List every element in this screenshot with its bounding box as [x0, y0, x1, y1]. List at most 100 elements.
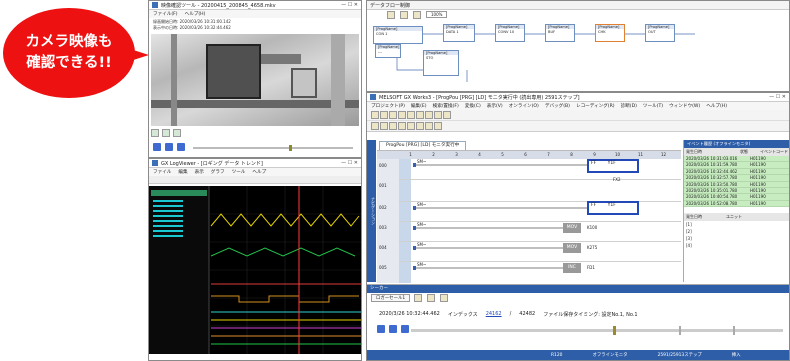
- menu-item[interactable]: オンライン(O): [509, 103, 539, 109]
- menu-item[interactable]: デバッグ(B): [545, 103, 570, 109]
- copy-icon[interactable]: [407, 111, 415, 119]
- app-icon: [152, 2, 158, 8]
- menu-item[interactable]: 編集(E): [411, 103, 427, 109]
- menu-item[interactable]: 表示: [195, 169, 204, 175]
- ladder-icon[interactable]: [371, 122, 379, 130]
- flow-block[interactable]: [ProgName] ---: [375, 44, 401, 58]
- detail-row[interactable]: [2]: [686, 228, 789, 235]
- coil-label: FF: [591, 161, 597, 166]
- menu-help[interactable]: ヘルプ(H): [185, 11, 206, 17]
- seeker-mark: [679, 326, 681, 335]
- redo-icon[interactable]: [434, 111, 442, 119]
- seeker-track[interactable]: [411, 326, 783, 335]
- contact-label: SM~: [417, 222, 427, 227]
- nav-sidebar[interactable]: ナビゲーション: [367, 140, 376, 282]
- event-row[interactable]: 2020/03/26 10:52:08.780 H01190: [684, 200, 789, 208]
- logger-toolbar: [149, 176, 361, 184]
- menu-item[interactable]: 編集: [178, 169, 187, 175]
- machine-part: [291, 68, 317, 98]
- flow-block[interactable]: [ProgName] BUF: [545, 24, 575, 42]
- menu-item[interactable]: レコーディング(R): [576, 103, 615, 109]
- menu-file[interactable]: ファイル(F): [153, 11, 178, 17]
- block-body: BUF: [548, 30, 556, 34]
- window-controls[interactable]: — ☐ ✕: [769, 94, 786, 100]
- menu-item[interactable]: ツール(T): [643, 103, 663, 109]
- seek-marker: [289, 145, 292, 151]
- cut-icon[interactable]: [398, 111, 406, 119]
- instruction[interactable]: MOV: [563, 223, 581, 233]
- flow-block[interactable]: [ProgName] CONV 10: [495, 24, 525, 42]
- trend-chart: [149, 186, 361, 354]
- flow-block[interactable]: [ProgName] STO: [423, 50, 459, 76]
- coil-selected[interactable]: FF Y1F: [587, 201, 639, 215]
- flow-block[interactable]: [ProgName] CON 1: [373, 26, 423, 44]
- status-mode: オフラインモニタ: [592, 353, 628, 358]
- tool-icon[interactable]: [387, 10, 395, 19]
- status-step: R120: [551, 352, 563, 358]
- camera-seekbar[interactable]: [193, 145, 353, 151]
- next-icon[interactable]: [177, 143, 185, 151]
- undo-icon[interactable]: [425, 111, 433, 119]
- save-icon[interactable]: [389, 111, 397, 119]
- flow-block[interactable]: [ProgName] CHK: [595, 24, 625, 42]
- program-tab[interactable]: ProgPou [PRG] [LD] モニタ実行中: [379, 141, 467, 150]
- logger-select[interactable]: ロガーセール1: [371, 294, 411, 302]
- tool-icon[interactable]: [413, 10, 421, 19]
- forward-icon[interactable]: [401, 325, 409, 333]
- detail-row[interactable]: [1]: [686, 221, 789, 228]
- tool-icon[interactable]: [414, 294, 423, 302]
- snapshot-icon[interactable]: [151, 129, 159, 137]
- event-header: 発生日時 状態 イベントコード: [684, 148, 789, 156]
- menu-item[interactable]: ウィンドウ(W): [669, 103, 700, 109]
- app-icon: [370, 94, 376, 100]
- menu-item[interactable]: ツール: [232, 169, 246, 175]
- zoom-icon[interactable]: [162, 129, 170, 137]
- window-controls[interactable]: — ☐ ✕: [341, 2, 358, 8]
- settings-icon[interactable]: [173, 129, 181, 137]
- flow-block[interactable]: [ProgName] OUT: [645, 24, 675, 42]
- gx-menubar: プロジェクト(P) 編集(E) 検索/置換(F) 変換(C) 表示(V) オンラ…: [367, 102, 789, 110]
- tool-icon[interactable]: [440, 294, 449, 302]
- menu-item[interactable]: プロジェクト(P): [371, 103, 405, 109]
- rewind-icon[interactable]: [377, 325, 385, 333]
- window-controls[interactable]: — ☐ ✕: [341, 160, 358, 166]
- block-body: DATA 1: [446, 30, 459, 34]
- menu-item[interactable]: 表示(V): [487, 103, 503, 109]
- play-icon[interactable]: [165, 143, 173, 151]
- menu-item[interactable]: 検索/置換(F): [433, 103, 459, 109]
- flow-block[interactable]: [ProgName] DATA 1: [443, 24, 475, 42]
- menu-item[interactable]: ヘルプ(H): [706, 103, 727, 109]
- instruction[interactable]: MOV: [563, 243, 581, 253]
- coil-icon[interactable]: [389, 122, 397, 130]
- menu-item[interactable]: 変換(C): [465, 103, 481, 109]
- menu-item[interactable]: 診断(D): [621, 103, 637, 109]
- instruction[interactable]: INC: [563, 263, 581, 273]
- zoom-level[interactable]: 100%: [426, 11, 448, 18]
- open-icon[interactable]: [380, 111, 388, 119]
- menu-item[interactable]: グラフ: [211, 169, 225, 175]
- menu-item[interactable]: ヘルプ: [252, 169, 266, 175]
- play-icon[interactable]: [389, 325, 397, 333]
- menu-item[interactable]: ファイル: [153, 169, 171, 175]
- ladder-area: 1 2 3 4 5 6 7 8 9 10 11 12 000 001 002 0…: [377, 150, 681, 283]
- camera-titlebar: 映像確認ツール - 20200415_200845_4658.mkv — ☐ ✕: [149, 1, 361, 10]
- back-icon[interactable]: [153, 143, 161, 151]
- detail-row[interactable]: [3]: [686, 235, 789, 242]
- write-icon[interactable]: [425, 122, 433, 130]
- coil-selected[interactable]: FF Y1F: [587, 159, 639, 173]
- tool-icon[interactable]: [400, 10, 408, 19]
- operand: FD1: [587, 265, 595, 270]
- contact-icon[interactable]: [380, 122, 388, 130]
- search-icon[interactable]: [443, 111, 451, 119]
- func-icon[interactable]: [398, 122, 406, 130]
- line-icon[interactable]: [407, 122, 415, 130]
- tool-icon[interactable]: [427, 294, 436, 302]
- monitor-icon[interactable]: [416, 122, 424, 130]
- block-head: [ProgName]: [496, 25, 524, 29]
- read-icon[interactable]: [434, 122, 442, 130]
- detail-row[interactable]: [4]: [686, 242, 789, 249]
- index-value[interactable]: 24162: [486, 311, 502, 318]
- new-icon[interactable]: [371, 111, 379, 119]
- seeker-info: 2020/3/26 10:32:44.462 インデックス 24162 / 42…: [379, 311, 638, 318]
- paste-icon[interactable]: [416, 111, 424, 119]
